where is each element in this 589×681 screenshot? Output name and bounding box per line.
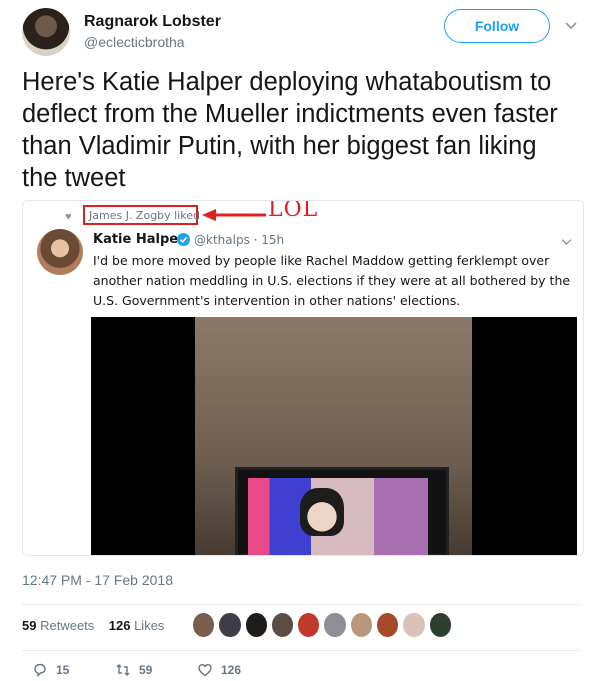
likers-avatars — [192, 612, 452, 640]
follow-button[interactable]: Follow — [444, 9, 550, 43]
retweet-icon — [116, 664, 130, 676]
liker-avatar[interactable] — [218, 612, 242, 638]
liked-by-label: James J. Zogby liked — [83, 205, 200, 225]
divider — [22, 650, 582, 651]
author-avatar[interactable] — [22, 8, 70, 56]
likes-label[interactable]: Likes — [134, 618, 164, 633]
reply-icon — [34, 663, 46, 678]
tweet-actions: 15 59 126 — [22, 662, 582, 681]
liker-avatar[interactable] — [270, 612, 295, 638]
tweet-stats: 59 Retweets 126 Likes — [22, 618, 164, 633]
heart-icon: ♥ — [65, 211, 72, 223]
tweet-text: Here's Katie Halper deploying whatabouti… — [22, 68, 558, 192]
verified-icon — [177, 233, 190, 246]
heart-icon — [198, 663, 212, 677]
like-count: 126 — [221, 663, 242, 677]
liker-avatar[interactable] — [376, 612, 400, 638]
tv-screen — [248, 478, 428, 555]
video-thumbnail — [91, 317, 577, 555]
chevron-down-icon[interactable] — [564, 18, 578, 32]
likes-count[interactable]: 126 — [109, 618, 131, 633]
reply-action[interactable]: 15 — [32, 662, 69, 678]
retweet-count: 59 — [139, 663, 153, 677]
liker-avatar[interactable] — [192, 612, 216, 638]
author-name[interactable]: Ragnarok Lobster — [84, 13, 221, 31]
retweets-label[interactable]: Retweets — [40, 618, 94, 633]
liker-avatar[interactable] — [244, 612, 268, 638]
like-action[interactable]: 126 — [197, 662, 241, 678]
liker-avatar[interactable] — [428, 612, 452, 638]
reply-count: 15 — [56, 663, 70, 677]
embedded-author-avatar — [37, 229, 83, 275]
tv-person — [300, 488, 344, 536]
retweets-count[interactable]: 59 — [22, 618, 36, 633]
liker-avatar[interactable] — [323, 612, 347, 638]
chevron-down-icon — [561, 239, 572, 245]
liker-avatar[interactable] — [402, 612, 426, 638]
embedded-author-name: Katie Halper — [93, 232, 185, 247]
liker-avatar[interactable] — [349, 612, 374, 638]
retweet-action[interactable]: 59 — [115, 662, 152, 678]
divider — [22, 604, 582, 605]
embedded-screenshot[interactable]: ♥ James J. Zogby liked LOL Katie Halper … — [22, 200, 584, 556]
liker-avatar[interactable] — [297, 612, 321, 638]
annotation-text: LOL — [268, 200, 319, 222]
embedded-tweet-text: I'd be more moved by people like Rachel … — [93, 253, 571, 308]
embedded-author-handle: @kthalps · 15h — [194, 233, 285, 247]
tweet-header: Ragnarok Lobster @eclecticbrotha Follow — [22, 8, 582, 58]
author-handle[interactable]: @eclecticbrotha — [84, 34, 185, 50]
arrow-annotation — [202, 209, 266, 221]
tweet-timestamp[interactable]: 12:47 PM - 17 Feb 2018 — [22, 572, 173, 588]
tv-frame — [235, 467, 449, 555]
